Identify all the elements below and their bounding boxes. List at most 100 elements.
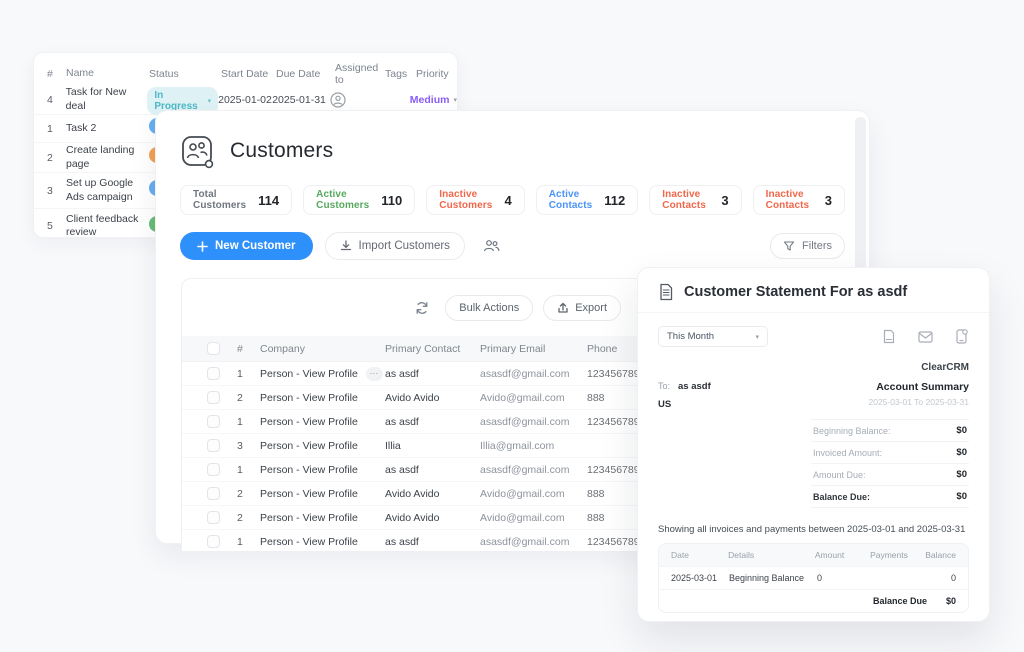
row-checkbox[interactable] [207, 487, 220, 500]
statement-row: 2025-03-01 Beginning Balance 0 0 [659, 566, 968, 589]
company-link[interactable]: Person - View Profile [260, 392, 358, 404]
app-canvas: # Name Status Start Date Due Date Assign… [0, 0, 1024, 652]
new-customer-button[interactable]: New Customer [180, 232, 313, 260]
summary-row: Beginning Balance: $0 [811, 420, 969, 442]
plus-icon [197, 241, 208, 252]
assignee-avatar-icon[interactable] [330, 92, 346, 108]
row-checkbox[interactable] [207, 439, 220, 452]
row-checkbox[interactable] [207, 463, 220, 476]
col-num: # [47, 68, 66, 80]
col-priority: Priority [416, 68, 457, 80]
row-menu-button[interactable]: ⋯ [366, 367, 383, 381]
cell-num: 1 [237, 368, 260, 380]
cell-num: 2 [237, 392, 260, 404]
cell-email: Avido@gmail.com [480, 512, 587, 524]
summary-label: Balance Due: [813, 492, 870, 502]
cell-num: 1 [237, 464, 260, 476]
cell-email: Avido@gmail.com [480, 488, 587, 500]
statement-title: Customer Statement For as asdf [684, 284, 907, 300]
cell-contact: as asdf [385, 416, 480, 428]
task-num: 1 [47, 123, 66, 135]
row-checkbox[interactable] [207, 511, 220, 524]
customer-name: as asdf [678, 381, 711, 392]
import-customers-button[interactable]: Import Customers [325, 232, 465, 260]
row-checkbox[interactable] [207, 367, 220, 380]
refresh-button[interactable] [409, 295, 435, 321]
cell-contact: Illia [385, 440, 480, 452]
email-statement-button[interactable] [917, 329, 933, 345]
download-pdf-button[interactable] [881, 329, 897, 345]
company-link[interactable]: Person - View Profile [260, 488, 358, 500]
summary-label: Amount Due: [813, 470, 866, 480]
period-select[interactable]: This Month ▾ [658, 326, 768, 347]
summary-value: $0 [956, 491, 967, 502]
row-checkbox[interactable] [207, 415, 220, 428]
stat-value: 114 [258, 193, 279, 208]
company-link[interactable]: Person - View Profile [260, 416, 358, 428]
col-assigned-to: Assigned to [335, 62, 385, 86]
chevron-down-icon: ▾ [755, 333, 759, 341]
task-name: Client feedback review [66, 213, 149, 238]
cell-num: 2 [237, 512, 260, 524]
stat-active-customers: Active Customers 110 [303, 185, 415, 215]
export-label: Export [575, 302, 607, 314]
filters-label: Filters [802, 240, 832, 252]
stat-inactive-customers: Inactive Customers 4 [426, 185, 524, 215]
col-due-date: Due Date [276, 68, 335, 80]
row-checkbox[interactable] [207, 535, 220, 548]
tasks-header-row: # Name Status Start Date Due Date Assign… [34, 63, 457, 85]
col-primary-contact: Primary Contact [385, 343, 480, 355]
customer-country: US [658, 399, 711, 410]
company-link[interactable]: Person - View Profile [260, 512, 358, 524]
cell-details: Beginning Balance [729, 573, 817, 583]
cell-contact: as asdf [385, 464, 480, 476]
cell-num: 3 [237, 440, 260, 452]
stat-value: 110 [381, 193, 402, 208]
cell-contact: Avido Avido [385, 512, 480, 524]
company-link[interactable]: Person - View Profile [260, 464, 358, 476]
summary-row: Amount Due: $0 [811, 464, 969, 486]
cell-contact: Avido Avido [385, 392, 480, 404]
stat-value: 3 [825, 193, 832, 208]
status-label: In Progress [154, 90, 203, 112]
new-customer-label: New Customer [215, 240, 296, 252]
cell-contact: Avido Avido [385, 488, 480, 500]
stat-label: Inactive Contacts [766, 189, 813, 211]
task-due-date: 2025-01-31 [272, 94, 330, 106]
select-all-checkbox[interactable] [207, 342, 220, 355]
col-balance: Balance [925, 550, 956, 560]
cell-email: Illia@gmail.com [480, 440, 587, 452]
customers-icon [180, 133, 216, 169]
funnel-icon [783, 240, 795, 252]
statement-footer-row: Balance Due $0 [659, 589, 968, 612]
merge-contacts-button[interactable] [477, 232, 507, 260]
filters-button[interactable]: Filters [770, 233, 845, 259]
share-to-phone-button[interactable] [953, 329, 969, 345]
task-name: Task 2 [66, 122, 149, 135]
cell-num: 2 [237, 488, 260, 500]
company-link[interactable]: Person - View Profile [260, 536, 358, 548]
cell-contact: as asdf [385, 536, 480, 548]
company-link[interactable]: Person - View Profile [260, 368, 358, 380]
account-summary-title: Account Summary [868, 381, 969, 393]
page-title: Customers [230, 139, 333, 163]
company-link[interactable]: Person - View Profile [260, 440, 358, 452]
col-details: Details [728, 550, 815, 560]
cell-email: asasdf@gmail.com [480, 464, 587, 476]
bulk-actions-button[interactable]: Bulk Actions [445, 295, 533, 321]
to-label: To: [658, 381, 670, 391]
export-button[interactable]: Export [543, 295, 621, 321]
col-start-date: Start Date [221, 68, 276, 80]
summary-row-balance-due: Balance Due: $0 [811, 486, 969, 508]
col-primary-email: Primary Email [480, 343, 587, 355]
row-checkbox[interactable] [207, 391, 220, 404]
task-num: 2 [47, 152, 66, 164]
customer-statement-panel: Customer Statement For as asdf This Mont… [637, 267, 990, 622]
priority-dropdown[interactable]: Medium ▾ [410, 94, 457, 106]
task-num: 4 [47, 94, 66, 106]
stat-label: Total Customers [193, 189, 246, 211]
stat-value: 4 [504, 193, 511, 208]
task-name: Set up Google Ads campaign [66, 177, 149, 203]
task-num: 3 [47, 185, 66, 197]
summary-row: Invoiced Amount: $0 [811, 442, 969, 464]
